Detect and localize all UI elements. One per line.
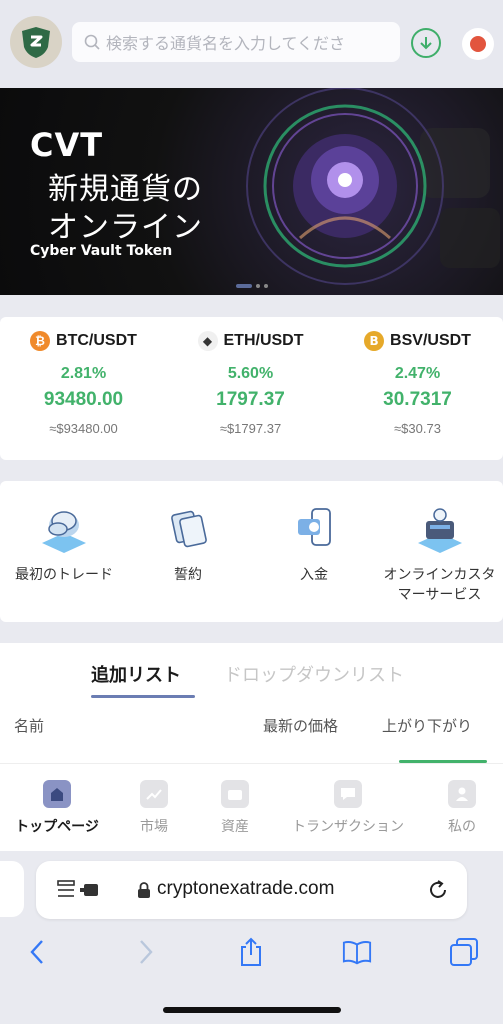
search-icon — [84, 34, 100, 50]
chat-icon — [334, 780, 362, 808]
nav-transactions-label: トランザクション — [292, 819, 404, 835]
carousel-indicator — [236, 284, 268, 288]
user-icon — [448, 780, 476, 808]
reload-icon[interactable] — [427, 879, 449, 901]
url-text: cryptonexatrade.com — [157, 878, 335, 899]
column-header-price: 最新の価格 — [263, 717, 339, 735]
lock-icon — [138, 882, 150, 898]
chevron-left-icon — [30, 940, 43, 964]
first-trade-button[interactable]: 最初のトレード — [6, 481, 122, 585]
home-indicator — [163, 1007, 341, 1013]
banner-subtitle: Cyber Vault Token — [30, 243, 173, 259]
ticker-price: 93480.00 — [43, 389, 124, 410]
back-button[interactable] — [22, 937, 52, 967]
carousel-dot — [264, 284, 268, 288]
service-desk-icon — [410, 499, 470, 559]
ticker-change: 5.60% — [227, 365, 274, 382]
eth-coin-icon: ◆ — [197, 331, 218, 351]
shield-logo-icon — [22, 27, 50, 58]
deposit-button[interactable]: 入金 — [256, 481, 372, 585]
bsv-coin-icon: B — [364, 331, 385, 351]
column-header-name: 名前 — [14, 717, 45, 735]
coins-stack-icon — [34, 499, 94, 559]
quick-actions: 最初のトレード 誓約 入金 オンラインカスタ マーサービス — [0, 481, 503, 622]
ticker-price: 30.7317 — [383, 389, 452, 410]
carousel-dot-active — [236, 284, 252, 288]
pledge-label: 誓約 — [174, 567, 202, 583]
page-settings-icon[interactable] — [56, 878, 104, 902]
customer-service-label-line1: オンラインカスタ — [383, 567, 496, 583]
nav-home-label: トップページ — [15, 819, 99, 835]
tab-add-list[interactable]: 追加リスト — [91, 661, 181, 687]
bookmarks-button[interactable] — [342, 937, 372, 967]
customer-service-button[interactable]: オンラインカスタ マーサービス — [376, 481, 503, 605]
forward-button[interactable] — [131, 937, 161, 967]
ticker-approx: ≈$30.73 — [394, 421, 441, 436]
ticker-bsv[interactable]: B BSV/USDT 2.47% 30.7317 ≈$30.73 — [334, 317, 501, 460]
active-tab-underline — [91, 695, 195, 698]
ticker-pair: BTC/USDT — [56, 332, 137, 349]
cards-icon — [158, 499, 218, 559]
customer-service-label: オンラインカスタ マーサービス — [376, 565, 503, 605]
promo-banner[interactable]: CVT 新規通貨の オンライン Cyber Vault Token — [0, 88, 503, 295]
banner-title: CVT — [30, 126, 104, 164]
tabs-button[interactable] — [449, 937, 479, 967]
ticker-approx: ≈$93480.00 — [49, 421, 118, 436]
ticker-panel: ₿ BTC/USDT 2.81% 93480.00 ≈$93480.00 ◆ E… — [0, 317, 503, 460]
record-dot-icon — [470, 36, 486, 52]
nav-market[interactable]: 市場 — [127, 780, 181, 836]
banner-headline-2: オンライン — [48, 210, 203, 245]
ticker-change: 2.81% — [60, 365, 107, 382]
bottom-navigation: トップページ 市場 資産 トランザクション 私の — [0, 763, 503, 851]
browser-chrome: cryptonexatrade.com — [0, 851, 503, 1024]
nav-mine[interactable]: 私の — [432, 780, 492, 836]
ticker-price: 1797.37 — [216, 389, 285, 410]
nav-assets-label: 資産 — [221, 819, 249, 835]
previous-tab-peek[interactable] — [0, 861, 24, 917]
home-icon — [43, 780, 71, 808]
column-header-change: 上がり下がり — [382, 717, 473, 735]
nav-transactions[interactable]: トランザクション — [285, 780, 411, 836]
pledge-button[interactable]: 誓約 — [130, 481, 246, 585]
share-icon — [241, 937, 261, 966]
chart-icon — [140, 780, 168, 808]
search-input[interactable]: 検索する通貨名を入力してくださ — [72, 22, 400, 62]
carousel-dot — [256, 284, 260, 288]
tab-dropdown-list[interactable]: ドロップダウンリスト — [224, 661, 404, 687]
btc-coin-icon: ₿ — [30, 331, 51, 351]
chevron-right-icon — [140, 940, 153, 964]
ticker-pair: BSV/USDT — [390, 332, 471, 349]
deposit-label: 入金 — [300, 567, 328, 583]
tabs-icon — [450, 938, 478, 966]
nav-assets[interactable]: 資産 — [208, 780, 262, 836]
nav-market-label: 市場 — [140, 819, 168, 835]
nav-home[interactable]: トップページ — [10, 780, 104, 836]
customer-service-label-line2: マーサービス — [397, 587, 482, 603]
ticker-btc[interactable]: ₿ BTC/USDT 2.81% 93480.00 ≈$93480.00 — [0, 317, 167, 460]
ticker-change: 2.47% — [394, 365, 441, 382]
search-placeholder: 検索する通貨名を入力してくださ — [106, 34, 346, 53]
download-arrow-icon — [420, 37, 432, 50]
address-bar[interactable]: cryptonexatrade.com — [36, 861, 467, 919]
ticker-approx: ≈$1797.37 — [219, 421, 282, 436]
share-button[interactable] — [236, 937, 266, 967]
app-header: 検索する通貨名を入力してくださ — [0, 0, 503, 88]
ticker-eth[interactable]: ◆ ETH/USDT 5.60% 1797.37 ≈$1797.37 — [167, 317, 334, 460]
first-trade-label: 最初のトレード — [15, 567, 113, 583]
market-list: 追加リスト ドロップダウンリスト 名前 最新の価格 上がり下がり — [0, 643, 503, 763]
book-icon — [342, 941, 372, 965]
nav-mine-label: 私の — [448, 819, 476, 835]
record-button[interactable] — [462, 28, 494, 60]
download-button[interactable] — [411, 28, 441, 58]
wallet-icon — [221, 780, 249, 808]
app-logo[interactable] — [10, 16, 62, 68]
wallet-phone-icon — [284, 499, 344, 559]
ticker-pair: ETH/USDT — [223, 332, 304, 349]
